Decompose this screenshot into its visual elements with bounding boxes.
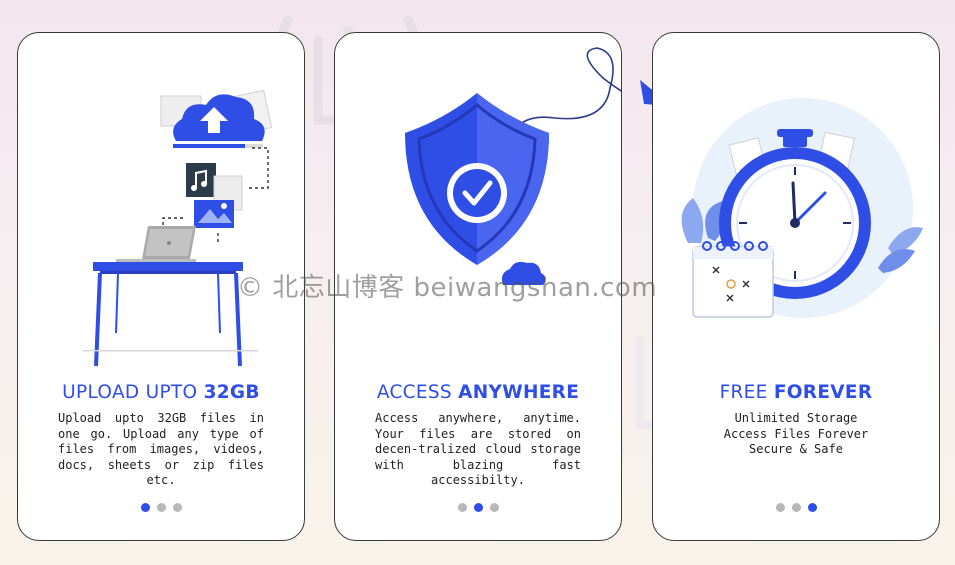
- card-title-light: ACCESS: [376, 382, 459, 403]
- pagination-dot-3[interactable]: [489, 503, 499, 512]
- pagination-dots: [335, 503, 621, 512]
- card-description: Access anywhere, anytime. Your files are…: [375, 411, 581, 487]
- pagination-dot-2[interactable]: [473, 503, 483, 512]
- pagination-dots: [18, 503, 304, 512]
- onboarding-card-free: FREE FOREVER Unlimited Storage Access Fi…: [652, 32, 940, 541]
- card-description: Upload upto 32GB files in one go. Upload…: [58, 411, 264, 487]
- pagination-dot-2[interactable]: [791, 503, 801, 512]
- pagination-dot-1[interactable]: [140, 503, 150, 512]
- description-line: Secure & Safe: [749, 442, 843, 456]
- pagination-dot-3[interactable]: [807, 503, 817, 512]
- access-illustration: [405, 47, 621, 285]
- card-title-bold: FOREVER: [773, 382, 873, 403]
- card-title: UPLOAD UPTO 32GB: [18, 382, 304, 403]
- card-title-bold: 32GB: [203, 382, 260, 403]
- calendar-icon: [692, 241, 774, 318]
- watermark-text: © 北忘山博客 beiwangshan.com: [237, 273, 658, 303]
- card-title-bold: ANYWHERE: [458, 382, 580, 403]
- pagination-dot-3[interactable]: [172, 503, 182, 512]
- free-illustration: [681, 98, 923, 318]
- laptop-icon: [116, 226, 196, 263]
- pagination-dot-1[interactable]: [457, 503, 467, 512]
- card-title: ACCESS ANYWHERE: [335, 382, 621, 403]
- description-line: Unlimited Storage: [734, 411, 858, 425]
- shield-check-icon: [405, 93, 549, 265]
- card-description: Unlimited Storage Access Files Forever S…: [693, 411, 899, 458]
- card-title-light: FREE: [719, 382, 774, 403]
- description-line: Access Files Forever: [723, 426, 869, 441]
- pagination-dot-2[interactable]: [156, 503, 166, 512]
- card-title: FREE FOREVER: [653, 382, 939, 403]
- upload-illustration: [83, 89, 273, 367]
- card-title-light: UPLOAD UPTO: [62, 382, 204, 403]
- pagination-dot-1[interactable]: [775, 503, 785, 512]
- pagination-dots: [653, 503, 939, 512]
